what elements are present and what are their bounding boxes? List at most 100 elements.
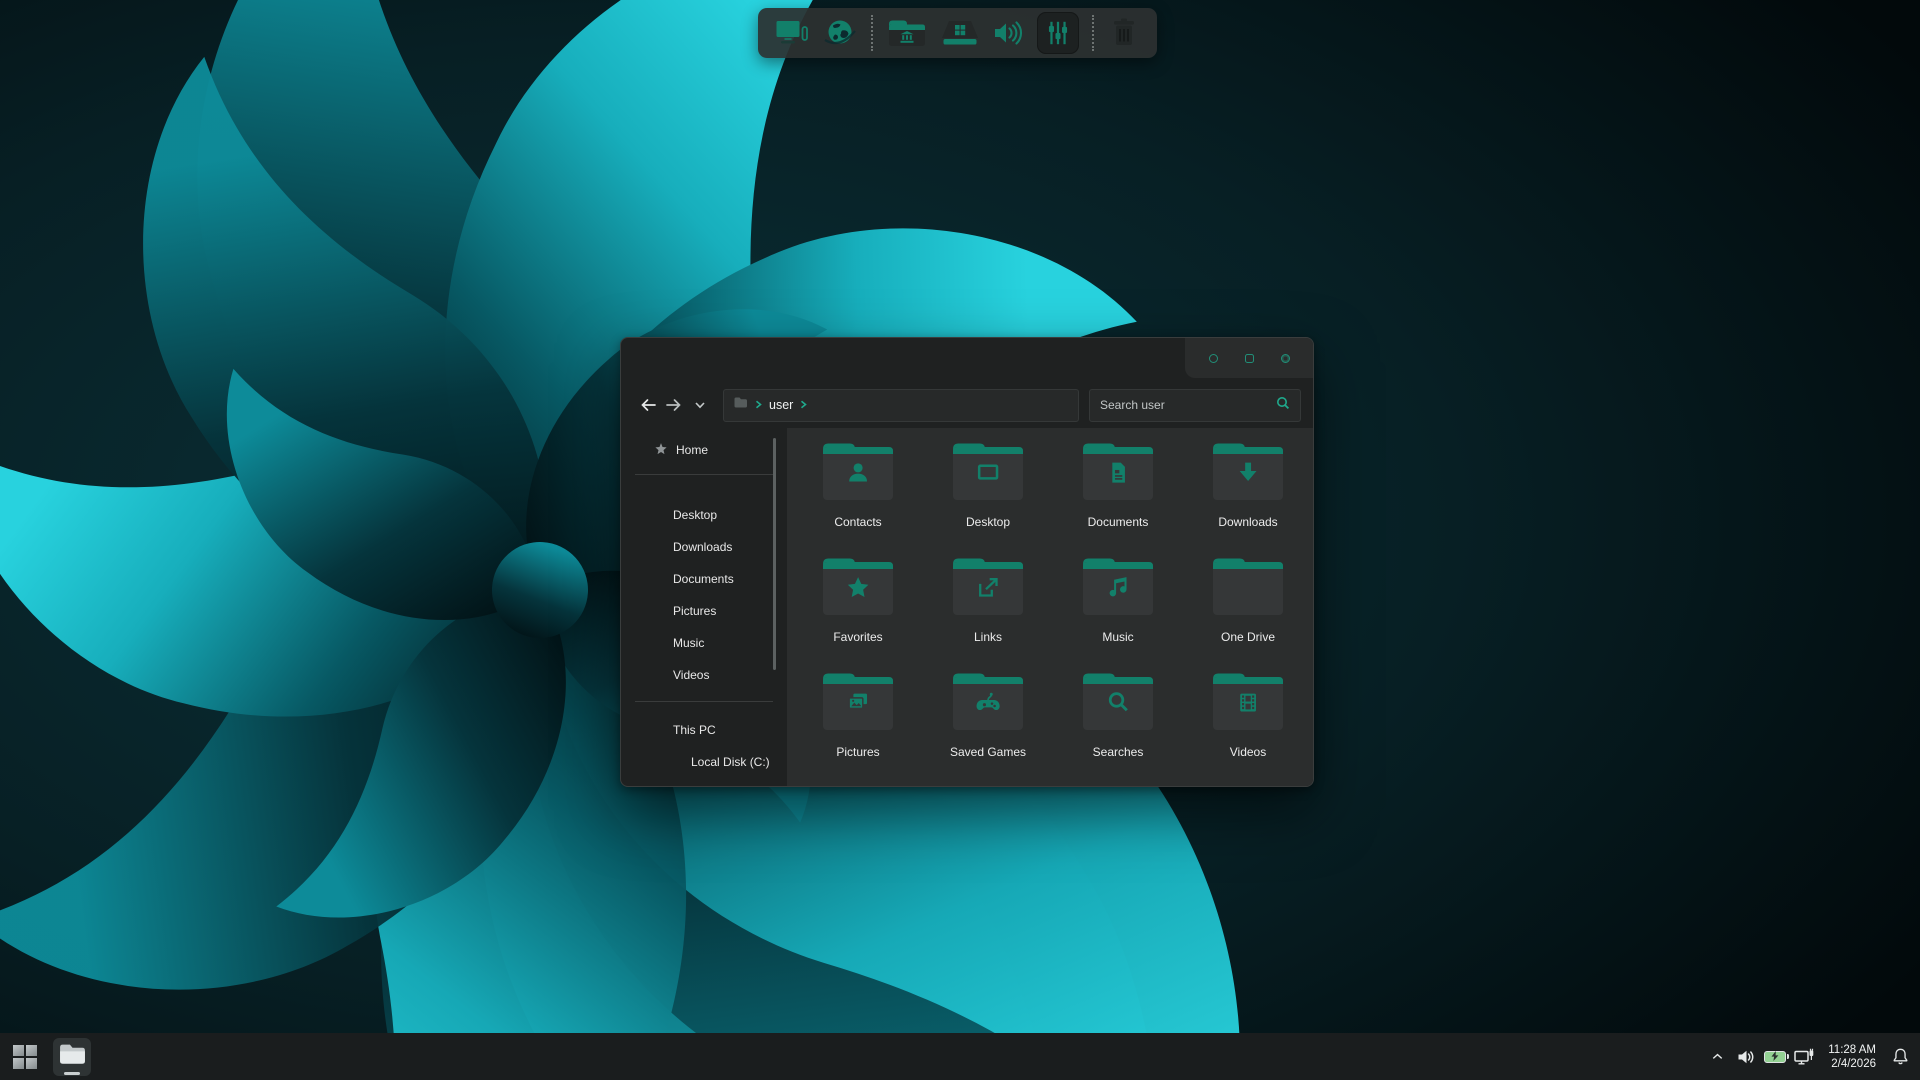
folder-label: Searches [1092, 745, 1144, 759]
display-icon[interactable] [774, 11, 811, 55]
recent-locations-button[interactable] [687, 390, 713, 420]
system-drive-icon[interactable] [939, 11, 981, 55]
folder-tile-music[interactable]: Music [1053, 553, 1183, 668]
hidden-icons-chevron[interactable] [1703, 1038, 1731, 1076]
notification-bell-icon[interactable] [1886, 1038, 1914, 1076]
breadcrumb-location[interactable]: user [769, 398, 793, 412]
location-folder-icon [733, 396, 748, 414]
file-explorer-icon [58, 1042, 87, 1072]
folder-tile-pictures[interactable]: Pictures [793, 668, 923, 783]
system-tray: 11:28 AM 2/4/2026 [1703, 1038, 1914, 1076]
document-folder-icon [1077, 438, 1159, 509]
sidebar-item-label: Downloads [673, 540, 733, 554]
monitor-folder-icon [947, 438, 1029, 509]
breadcrumb-chevron-icon [755, 396, 762, 414]
equalizer-icon[interactable] [1037, 12, 1079, 54]
toolbar-divider [871, 15, 873, 51]
sidebar-scrollbar[interactable] [773, 438, 776, 670]
folder-label: Videos [1229, 745, 1267, 759]
start-button[interactable] [6, 1038, 44, 1076]
library-folder-icon[interactable] [886, 11, 928, 55]
titlebar[interactable] [621, 338, 1313, 382]
sidebar-section: This PC Local Disk (C:) [621, 714, 787, 778]
search-folder-icon [1077, 668, 1159, 739]
search-icon[interactable] [1276, 396, 1290, 415]
folder-label: Documents [1087, 515, 1149, 529]
sidebar-item-local-disk-c[interactable]: Local Disk (C:) [621, 746, 787, 778]
film-folder-icon [1207, 668, 1289, 739]
folder-tile-saved-games[interactable]: Saved Games [923, 668, 1053, 783]
desktop: user Home Desktop Downloads Documents Pictur… [0, 0, 1920, 1080]
taskbar: 11:28 AM 2/4/2026 [0, 1033, 1920, 1080]
folder-label: Downloads [1218, 515, 1278, 529]
arrow-down-folder-icon [1207, 438, 1289, 509]
sidebar-item-label: Music [673, 636, 705, 650]
folder-tile-contacts[interactable]: Contacts [793, 438, 923, 553]
music-note-folder-icon [1077, 553, 1159, 624]
folder-tile-videos[interactable]: Videos [1183, 668, 1313, 783]
folder-tile-searches[interactable]: Searches [1053, 668, 1183, 783]
star-folder-icon [817, 553, 899, 624]
taskbar-clock[interactable]: 11:28 AM 2/4/2026 [1819, 1038, 1885, 1076]
clock-time: 11:28 AM [1828, 1043, 1876, 1056]
sidebar: Home Desktop Downloads Documents Pictures Mus… [621, 428, 787, 786]
taskbar-left [6, 1037, 91, 1076]
folder-tile-downloads[interactable]: Downloads [1183, 438, 1313, 553]
sidebar-item-label: Videos [673, 668, 710, 682]
folder-tile-links[interactable]: Links [923, 553, 1053, 668]
sidebar-item-downloads[interactable]: Downloads [621, 531, 787, 563]
toolbar-divider [1092, 15, 1094, 51]
sidebar-item-videos[interactable]: Videos [621, 659, 787, 691]
forward-button[interactable] [661, 390, 687, 420]
images-folder-icon [817, 668, 899, 739]
file-explorer-window: user Home Desktop Downloads Documents Pictur… [620, 337, 1314, 787]
network-display-icon[interactable] [1790, 1038, 1818, 1076]
sidebar-item-documents[interactable]: Documents [621, 563, 787, 595]
folder-label: Saved Games [949, 745, 1027, 759]
folder-tile-one-drive[interactable]: One Drive [1183, 553, 1313, 668]
share-folder-icon [947, 553, 1029, 624]
globe-network-icon[interactable] [822, 11, 858, 55]
folder-tile-desktop[interactable]: Desktop [923, 438, 1053, 553]
sidebar-item-desktop[interactable]: Desktop [621, 499, 787, 531]
sidebar-item-music[interactable]: Music [621, 627, 787, 659]
minimize-button[interactable] [1208, 353, 1218, 363]
address-bar[interactable]: user [723, 388, 1079, 422]
person-folder-icon [817, 438, 899, 509]
search-box [1089, 388, 1301, 422]
sidebar-item-label: Home [676, 443, 709, 457]
sidebar-item-this-pc[interactable]: This PC [621, 714, 787, 746]
desktop-icon-toolbar [758, 8, 1157, 58]
folder-label: One Drive [1220, 630, 1276, 644]
folder-label: Pictures [836, 745, 880, 759]
folder-icon [1207, 553, 1289, 624]
sidebar-item-label: This PC [673, 723, 716, 737]
folder-grid: Contacts Desktop Documents Downloads Fav… [793, 438, 1313, 783]
recycle-bin-icon[interactable] [1107, 11, 1141, 55]
folder-tile-documents[interactable]: Documents [1053, 438, 1183, 553]
sidebar-item-pictures[interactable]: Pictures [621, 595, 787, 627]
battery-charging-icon[interactable] [1761, 1038, 1790, 1076]
folder-label: Music [1102, 630, 1134, 644]
sidebar-item-label: Desktop [673, 508, 718, 522]
window-body: Home Desktop Downloads Documents Pictures Mus… [621, 428, 1313, 786]
running-app-indicator [64, 1071, 80, 1075]
windows-logo-icon [13, 1044, 37, 1069]
folder-tile-favorites[interactable]: Favorites [793, 553, 923, 668]
sidebar-section: Desktop Downloads Documents Pictures Music Vi… [621, 499, 787, 691]
sidebar-item-home[interactable]: Home [621, 436, 787, 464]
sidebar-section: Home [621, 436, 787, 464]
folder-label: Desktop [965, 515, 1011, 529]
search-input[interactable] [1100, 398, 1276, 412]
taskbar-file-explorer-button[interactable] [53, 1037, 91, 1076]
gamepad-folder-icon [947, 668, 1029, 739]
navigation-bar: user [621, 382, 1313, 428]
volume-tray-icon[interactable] [1732, 1038, 1760, 1076]
folder-content-pane: Contacts Desktop Documents Downloads Fav… [787, 428, 1313, 786]
back-button[interactable] [635, 390, 661, 420]
sidebar-item-label: Local Disk (C:) [691, 755, 770, 769]
close-button[interactable] [1280, 353, 1290, 363]
volume-icon[interactable] [992, 11, 1026, 55]
maximize-button[interactable] [1244, 353, 1254, 363]
window-controls [1185, 338, 1313, 378]
